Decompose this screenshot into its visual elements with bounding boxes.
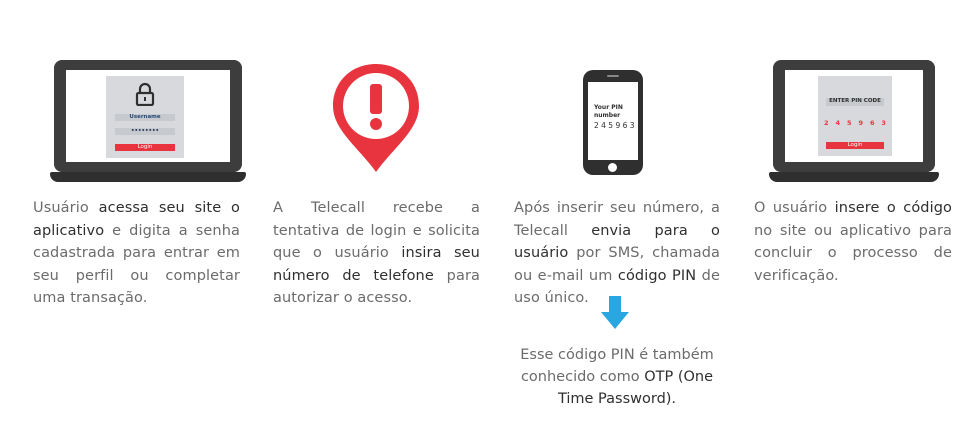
pin-form-card: ENTER PIN CODE 2 4 5 9 6 3 Login xyxy=(818,76,892,156)
pin-digit: 2 xyxy=(824,119,829,127)
phone-screen: Your PIN number 2 4 5 9 6 3 xyxy=(588,82,638,160)
sms-line1: Your PIN xyxy=(594,104,623,111)
step4-highlight: insere o código xyxy=(834,200,952,216)
password-field: •••••••• xyxy=(115,128,175,135)
pin-digit: 3 xyxy=(881,119,886,127)
step3-highlight-pin: código PIN xyxy=(617,267,697,284)
phone-speaker xyxy=(607,75,619,77)
login-form-card: Username •••••••• Login xyxy=(106,76,184,158)
alert-pin-icon xyxy=(333,64,419,172)
pin-digits: 2 4 5 9 6 3 xyxy=(824,119,886,127)
step3-description: Após inserir seu número, a Telecall envi… xyxy=(514,200,720,306)
pin-header: ENTER PIN CODE xyxy=(826,98,884,106)
step2-description: A Telecall recebe a tentativa de login e… xyxy=(273,200,480,306)
sms-pin: 2 4 5 9 6 3 xyxy=(594,121,635,130)
otp-note: Esse código PIN é também conhecido como … xyxy=(520,347,714,407)
laptop-pin-illustration: ENTER PIN CODE 2 4 5 9 6 3 Login xyxy=(769,60,939,184)
laptop-display: ENTER PIN CODE 2 4 5 9 6 3 Login xyxy=(785,70,923,162)
sms-line2: number xyxy=(594,112,621,119)
step4-description: O usuário insere o código no site ou apl… xyxy=(754,200,952,284)
laptop-screen: Username •••••••• Login xyxy=(54,60,242,172)
pin-digit: 5 xyxy=(846,119,852,127)
down-arrow-icon xyxy=(601,296,629,329)
login-button: Login xyxy=(115,144,175,151)
lock-icon xyxy=(135,82,155,106)
username-field: Username xyxy=(115,114,175,121)
laptop-base xyxy=(50,172,246,182)
home-button xyxy=(608,163,617,172)
pin-digit: 6 xyxy=(869,119,875,127)
login-button: Login xyxy=(826,142,884,149)
pin-digit: 4 xyxy=(835,119,841,127)
pin-digit: 9 xyxy=(858,119,863,127)
laptop-login-illustration: Username •••••••• Login xyxy=(50,60,246,184)
laptop-base xyxy=(769,172,939,182)
laptop-display: Username •••••••• Login xyxy=(66,70,230,162)
step1-description: Usuário acessa seu site o aplicativo e d… xyxy=(33,200,241,306)
smartphone-illustration: Your PIN number 2 4 5 9 6 3 xyxy=(583,70,643,175)
laptop-screen: ENTER PIN CODE 2 4 5 9 6 3 Login xyxy=(773,60,935,172)
